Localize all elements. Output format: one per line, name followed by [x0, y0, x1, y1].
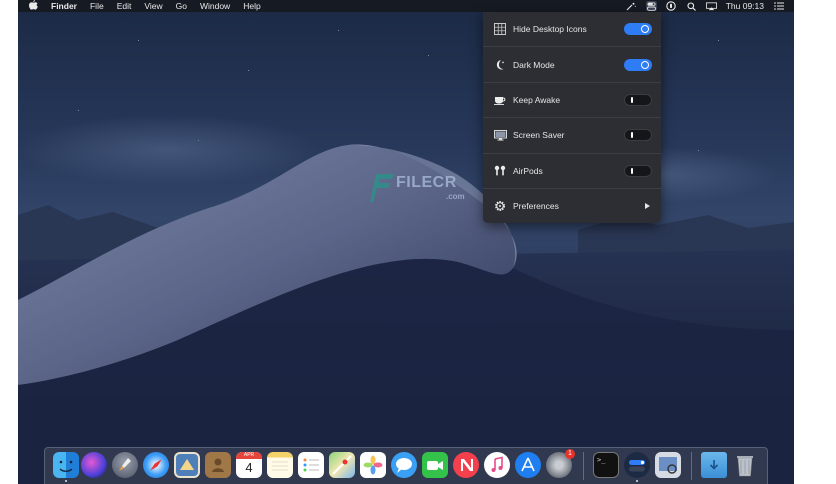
terminal-icon[interactable]: >_ — [593, 452, 619, 478]
preview-icon[interactable] — [655, 452, 681, 478]
row-screen-saver[interactable]: Screen Saver — [483, 118, 661, 154]
safari-icon[interactable] — [143, 452, 169, 478]
calendar-month: APR — [236, 452, 262, 459]
maps-icon[interactable] — [329, 452, 355, 478]
menu-go[interactable]: Go — [176, 0, 187, 12]
music-icon[interactable] — [484, 452, 510, 478]
row-airpods[interactable]: AirPods — [483, 154, 661, 189]
dock-separator — [691, 452, 692, 480]
calendar-icon[interactable]: APR 4 — [236, 452, 262, 478]
calendar-day: 4 — [245, 460, 253, 475]
facetime-icon[interactable] — [422, 452, 448, 478]
trash-icon[interactable] — [732, 452, 758, 478]
row-label: Dark Mode — [513, 59, 555, 70]
submenu-arrow-icon — [645, 203, 650, 210]
news-icon[interactable] — [453, 452, 479, 478]
notification-center-icon[interactable] — [773, 1, 784, 11]
dock: APR 4 1 >_ — [44, 447, 768, 484]
menu-file[interactable]: File — [90, 0, 104, 12]
menu-bar: Finder File Edit View Go Window Help Thu… — [18, 0, 794, 12]
hide-desktop-icons-toggle[interactable] — [624, 23, 652, 36]
menu-window[interactable]: Window — [200, 0, 230, 12]
monitor-icon — [493, 128, 507, 142]
row-label: Screen Saver — [513, 130, 565, 141]
photos-icon[interactable] — [360, 452, 386, 478]
row-label: Keep Awake — [513, 94, 561, 105]
watermark-sub: .com — [446, 192, 465, 201]
airpods-icon — [493, 164, 507, 178]
toggles-app-icon[interactable] — [624, 452, 650, 478]
apple-menu[interactable] — [29, 0, 38, 13]
toggles-menu-icon[interactable] — [645, 1, 657, 11]
menu-edit[interactable]: Edit — [117, 0, 132, 12]
menu-view[interactable]: View — [144, 0, 162, 12]
dock-separator — [583, 452, 584, 480]
gear-icon — [493, 199, 507, 213]
dark-mode-toggle[interactable] — [624, 58, 652, 71]
mail-stamp-icon[interactable] — [174, 452, 200, 478]
system-preferences-icon[interactable]: 1 — [546, 449, 575, 478]
airpods-toggle[interactable] — [624, 164, 652, 177]
row-keep-awake[interactable]: Keep Awake — [483, 83, 661, 119]
terminal-prompt: >_ — [597, 456, 606, 464]
row-hide-desktop-icons[interactable]: Hide Desktop Icons — [483, 12, 661, 48]
row-dark-mode[interactable]: Dark Mode — [483, 47, 661, 83]
row-label: Hide Desktop Icons — [513, 24, 587, 35]
notification-badge: 1 — [565, 449, 575, 459]
launchpad-icon[interactable] — [112, 452, 138, 478]
grid-icon — [493, 22, 507, 36]
app-store-icon[interactable] — [515, 452, 541, 478]
filecr-logo-icon — [370, 174, 394, 202]
reminders-icon[interactable] — [298, 452, 324, 478]
contacts-icon[interactable] — [205, 452, 231, 478]
watermark-text: FILECR — [396, 174, 457, 191]
coffee-cup-icon — [493, 93, 507, 107]
row-label: Preferences — [513, 201, 559, 212]
desert-wallpaper — [18, 115, 794, 484]
search-icon[interactable] — [686, 1, 697, 11]
watermark: FILECR .com — [370, 172, 490, 208]
apple-icon — [29, 0, 38, 10]
desktop[interactable]: FILECR .com Finder File Edit View Go Win… — [18, 0, 794, 484]
screen-saver-toggle[interactable] — [624, 129, 652, 142]
row-preferences[interactable]: Preferences — [483, 189, 661, 223]
running-indicator — [636, 480, 638, 482]
password-manager-icon[interactable] — [666, 1, 677, 11]
notes-icon[interactable] — [267, 452, 293, 478]
menu-app-name[interactable]: Finder — [51, 0, 77, 12]
messages-icon[interactable] — [391, 452, 417, 478]
moon-icon — [493, 58, 507, 72]
display-mirroring-icon[interactable] — [705, 1, 717, 11]
menu-help[interactable]: Help — [243, 0, 260, 12]
wand-icon[interactable] — [626, 1, 637, 11]
downloads-folder-icon[interactable] — [701, 452, 727, 478]
keep-awake-toggle[interactable] — [624, 93, 652, 106]
row-label: AirPods — [513, 165, 543, 176]
running-indicator — [65, 480, 67, 482]
menu-clock[interactable]: Thu 09:13 — [726, 1, 764, 11]
finder-icon[interactable] — [53, 452, 79, 478]
siri-icon[interactable] — [81, 452, 107, 478]
toggles-dropdown: Hide Desktop Icons Dark Mode Keep Awake … — [483, 12, 661, 223]
